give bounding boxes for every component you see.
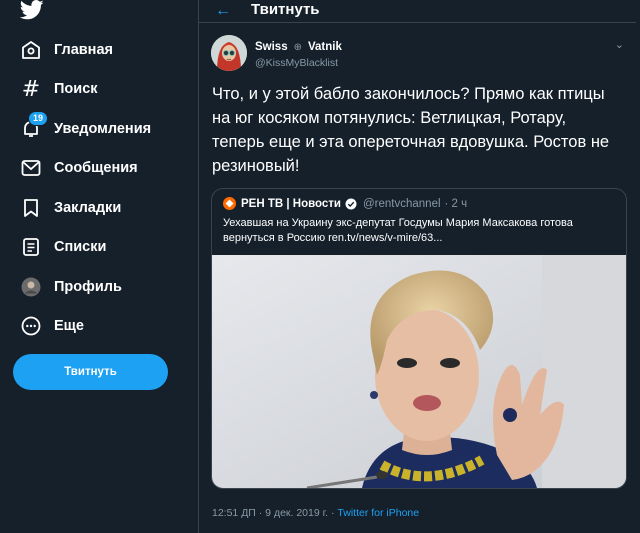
page-header: ← Твитнуть (199, 0, 637, 23)
compose-tweet-button[interactable]: Твитнуть (13, 354, 168, 390)
quoted-tweet-header: РЕН ТВ | Новости @rentvchannel · 2 ч (223, 197, 467, 210)
author-name-second: Vatnik (308, 41, 342, 53)
nav-item-label: Списки (54, 239, 107, 255)
nav-item-label: Профиль (54, 279, 122, 295)
tweet-source-link[interactable]: Twitter for iPhone (337, 507, 419, 519)
home-icon (19, 38, 43, 62)
quoted-tweet-time: · 2 ч (444, 197, 468, 210)
author-handle[interactable]: @KissMyBlacklist (255, 57, 338, 69)
page-title: Твитнуть (251, 1, 320, 18)
twitter-logo-icon[interactable] (20, 0, 44, 20)
nav-item-bookmarks[interactable]: Закладки (0, 192, 121, 224)
nav-item-notifications[interactable]: 19 Уведомления (0, 111, 152, 145)
nav-item-more[interactable]: Еще (0, 310, 84, 342)
more-icon (19, 314, 43, 338)
nav-item-label: Поиск (54, 81, 98, 97)
nav-item-home[interactable]: Главная (0, 34, 113, 66)
quoted-tweet-text: Уехавшая на Украину экс-депутат Госдумы … (223, 217, 573, 244)
bookmark-icon (19, 196, 43, 220)
author-avatar[interactable] (211, 35, 247, 71)
nav-item-lists[interactable]: Списки (0, 231, 106, 263)
author-name-row[interactable]: Swiss ⊕ Vatnik (255, 41, 342, 53)
list-icon (19, 235, 43, 259)
back-arrow-icon[interactable]: ← (215, 2, 231, 20)
quoted-tweet-photo[interactable] (212, 255, 626, 488)
quoted-author-name: РЕН ТВ | Новости (241, 197, 341, 210)
notification-badge: 19 (27, 111, 48, 126)
bell-icon: 19 (19, 111, 48, 141)
nav-item-label: Сообщения (54, 160, 138, 176)
quoted-author-handle: @rentvchannel (363, 197, 441, 210)
nav-item-messages[interactable]: Сообщения (0, 152, 138, 184)
nav-item-search[interactable]: # Поиск (0, 73, 98, 105)
tweet-text: Что, и у этой бабло закончилось? Прямо к… (212, 85, 610, 175)
swiss-cross-icon: ⊕ (293, 41, 302, 53)
nav-item-profile[interactable]: Профиль (0, 271, 122, 303)
profile-avatar-icon (19, 275, 43, 299)
nav-item-label: Закладки (54, 200, 122, 216)
nav-item-label: Уведомления (54, 121, 152, 137)
nav-item-label: Главная (54, 42, 113, 58)
author-name-first: Swiss (255, 41, 288, 53)
tweet-meta: 12:51 ДП · 9 дек. 2019 г. · Twitter for … (212, 507, 419, 519)
chevron-down-icon[interactable]: ⌄ (615, 38, 624, 51)
main-column: ← Твитнуть Swiss ⊕ Vatnik @KissMyBlackli… (198, 0, 638, 533)
tweet-timestamp: 12:51 ДП · 9 дек. 2019 г. · (212, 507, 338, 519)
quoted-tweet[interactable]: РЕН ТВ | Новости @rentvchannel · 2 ч Уех… (211, 188, 627, 489)
envelope-icon (19, 156, 43, 180)
nav-item-label: Еще (54, 318, 84, 334)
scrollbar[interactable] (636, 0, 640, 533)
hashtag-icon: # (21, 76, 41, 102)
verified-badge-icon (345, 198, 357, 209)
sidebar-nav: Главная # Поиск 19 Уведомления Сообщения… (0, 0, 198, 533)
rentv-logo-icon (223, 197, 236, 210)
